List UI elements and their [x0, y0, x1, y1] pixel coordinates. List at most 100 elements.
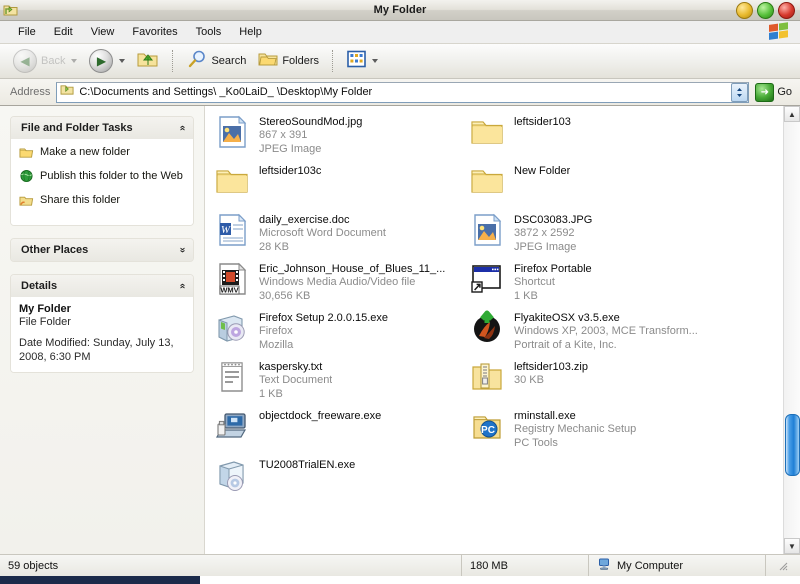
file-meta-line-1: 3872 x 2592: [514, 227, 575, 239]
file-item[interactable]: WMV Eric_Johnson_House_of_Blues_11_... Win…: [211, 259, 466, 308]
menu-file[interactable]: File: [10, 24, 44, 40]
status-total-size: 180 MB: [461, 555, 588, 576]
text-document-icon: [215, 359, 251, 397]
panel-header-file-tasks[interactable]: File and Folder Tasks «: [11, 117, 193, 139]
search-icon: [187, 49, 207, 74]
go-button[interactable]: ➜ Go: [755, 82, 796, 102]
svg-text:W: W: [221, 224, 231, 236]
file-explorer-window: My Folder File Edit View Favorites Tools…: [0, 0, 800, 584]
explorer-body: File and Folder Tasks « Make a new folde…: [0, 106, 800, 554]
file-info: Firefox Portable Shortcut 1 KB: [514, 261, 592, 303]
chevron-up-icon-details[interactable]: «: [177, 283, 188, 289]
file-item[interactable]: Wdaily_exercise.doc Microsoft Word Docume…: [211, 210, 466, 259]
file-item[interactable]: kaspersky.txt Text Document 1 KB: [211, 357, 466, 406]
shortcut-window-icon: [470, 261, 506, 299]
details-type: File Folder: [19, 316, 71, 328]
scroll-up-button[interactable]: ▲: [784, 106, 800, 122]
up-folder-icon: [137, 49, 159, 74]
file-name: objectdock_freeware.exe: [259, 410, 382, 422]
file-item[interactable]: leftsider103: [466, 112, 784, 161]
file-item[interactable]: PC rminstall.exe Registry Mechanic Setup PC…: [466, 406, 784, 455]
file-item[interactable]: Firefox Portable Shortcut 1 KB: [466, 259, 784, 308]
chevron-up-icon[interactable]: «: [177, 125, 188, 131]
file-item[interactable]: DSC03083.JPG 3872 x 2592 JPEG Image: [466, 210, 784, 259]
back-button[interactable]: ◀ Back: [8, 47, 82, 75]
file-item[interactable]: TU2008TrialEN.exe: [211, 455, 466, 504]
panel-body-file-tasks: Make a new folder Publish this folder to…: [11, 139, 193, 225]
forward-button[interactable]: ▶: [84, 47, 130, 75]
task-publish-folder[interactable]: Publish this folder to the Web: [19, 169, 185, 188]
task-make-new-folder[interactable]: Make a new folder: [19, 145, 185, 164]
task-label-share-folder: Share this folder: [40, 194, 121, 206]
back-dropdown-icon[interactable]: [71, 59, 78, 63]
vertical-scrollbar[interactable]: ▲ ▼: [783, 106, 800, 554]
folders-button[interactable]: Folders: [253, 47, 324, 76]
close-button[interactable]: [778, 2, 795, 19]
taskbar-active-region: [0, 576, 200, 584]
scrollbar-thumb[interactable]: [785, 413, 800, 476]
menu-tools[interactable]: Tools: [188, 24, 230, 40]
file-info: DSC03083.JPG 3872 x 2592 JPEG Image: [514, 212, 592, 254]
resize-grip[interactable]: [765, 555, 800, 576]
file-name: FlyakiteOSX v3.5.exe: [514, 312, 620, 324]
shared-folder-icon: [19, 193, 34, 212]
file-info: StereoSoundMod.jpg 867 x 391 JPEG Image: [259, 114, 362, 156]
file-item[interactable]: leftsider103.zip 30 KB: [466, 357, 784, 406]
file-info: leftsider103.zip 30 KB: [514, 359, 588, 387]
file-name: rminstall.exe: [514, 410, 576, 422]
file-item[interactable]: FlyakiteOSX v3.5.exe Windows XP, 2003, MC…: [466, 308, 784, 357]
jpeg-image-icon: [470, 212, 506, 250]
file-meta-line-1: Shortcut: [514, 276, 555, 288]
minimize-button[interactable]: [736, 2, 753, 19]
chevron-down-icon[interactable]: »: [177, 247, 188, 253]
views-dropdown-icon[interactable]: [372, 59, 379, 63]
file-info: New Folder: [514, 163, 570, 177]
file-item[interactable]: New Folder: [466, 161, 784, 210]
task-label-make-new-folder: Make a new folder: [40, 146, 130, 158]
file-item[interactable]: Firefox Setup 2.0.0.15.exe Firefox Mozilla: [211, 308, 466, 357]
file-name: StereoSoundMod.jpg: [259, 116, 363, 128]
objectdock-setup-icon: [215, 408, 251, 446]
wmv-video-icon: WMV: [215, 261, 251, 299]
address-dropdown-button[interactable]: [731, 82, 749, 102]
task-share-folder[interactable]: Share this folder: [19, 193, 185, 212]
maximize-button[interactable]: [757, 2, 774, 19]
file-info: Eric_Johnson_House_of_Blues_11_... Window…: [259, 261, 445, 303]
back-arrow-icon: ◀: [13, 49, 37, 73]
panel-title-file-tasks: File and Folder Tasks: [21, 122, 133, 134]
menu-view[interactable]: View: [83, 24, 123, 40]
file-info: kaspersky.txt Text Document 1 KB: [259, 359, 332, 401]
file-meta-line-1: Microsoft Word Document: [259, 227, 386, 239]
views-button[interactable]: [342, 48, 383, 75]
file-list-area[interactable]: StereoSoundMod.jpg 867 x 391 JPEG Image lef…: [205, 106, 800, 554]
jpeg-image-icon: [215, 114, 251, 152]
file-info: TU2008TrialEN.exe: [259, 457, 355, 471]
window-title: My Folder: [373, 4, 427, 16]
menu-edit[interactable]: Edit: [46, 24, 81, 40]
file-item[interactable]: objectdock_freeware.exe: [211, 406, 466, 455]
up-button[interactable]: [132, 47, 164, 76]
toolbar-separator: [172, 50, 174, 72]
status-object-count: 59 objects: [8, 559, 59, 572]
svg-text:WMV: WMV: [220, 286, 238, 295]
file-name: leftsider103.zip: [514, 361, 588, 373]
file-item[interactable]: StereoSoundMod.jpg 867 x 391 JPEG Image: [211, 112, 466, 161]
address-input[interactable]: C:\Documents and Settings\ _Ko0LaiD_ \De…: [56, 81, 750, 103]
scroll-down-button[interactable]: ▼: [784, 538, 800, 554]
panel-header-details[interactable]: Details «: [11, 275, 193, 297]
file-name: kaspersky.txt: [259, 361, 323, 373]
windows-flag-logo: [768, 22, 792, 41]
status-bar: 59 objects 180 MB My Computer: [0, 554, 800, 576]
menu-help[interactable]: Help: [231, 24, 270, 40]
task-pane-sidebar: File and Folder Tasks « Make a new folde…: [0, 106, 205, 554]
search-button[interactable]: Search: [182, 47, 251, 76]
forward-dropdown-icon[interactable]: [119, 59, 126, 63]
zip-archive-icon: [470, 359, 506, 397]
software-box-icon: [215, 457, 251, 495]
scroll-up-arrow-icon: ▲: [788, 109, 796, 119]
menu-favorites[interactable]: Favorites: [124, 24, 185, 40]
firefox-installer-icon: [215, 310, 251, 348]
file-item[interactable]: leftsider103c: [211, 161, 466, 210]
panel-header-other-places[interactable]: Other Places »: [11, 239, 193, 261]
file-meta-line-2: 28 KB: [259, 241, 289, 253]
